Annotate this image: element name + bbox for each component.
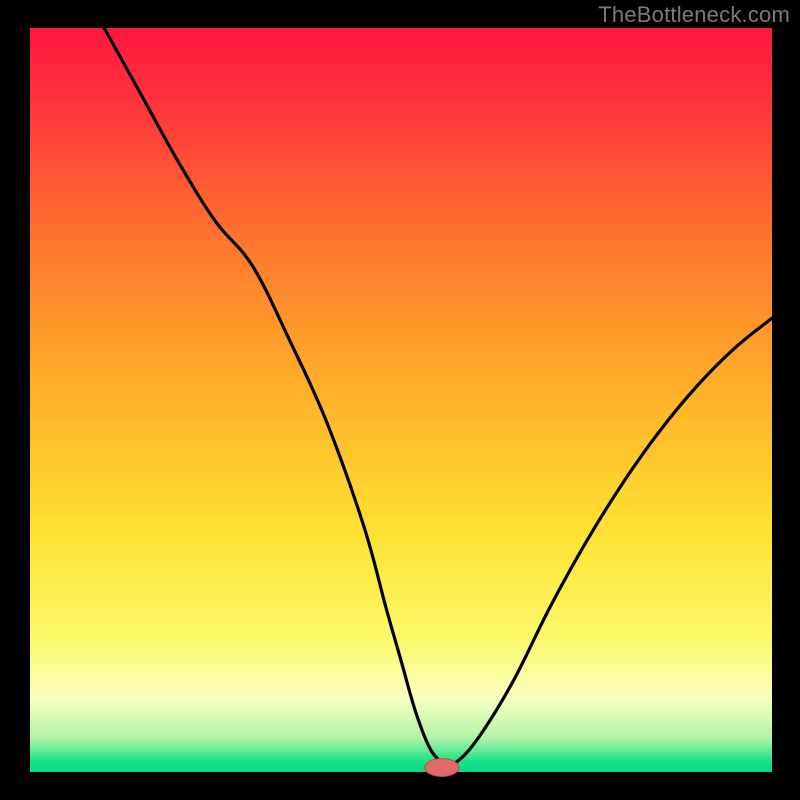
bottleneck-chart [0,0,800,800]
minimum-marker [425,759,459,777]
chart-frame: TheBottleneck.com [0,0,800,800]
watermark-text: TheBottleneck.com [598,2,790,28]
